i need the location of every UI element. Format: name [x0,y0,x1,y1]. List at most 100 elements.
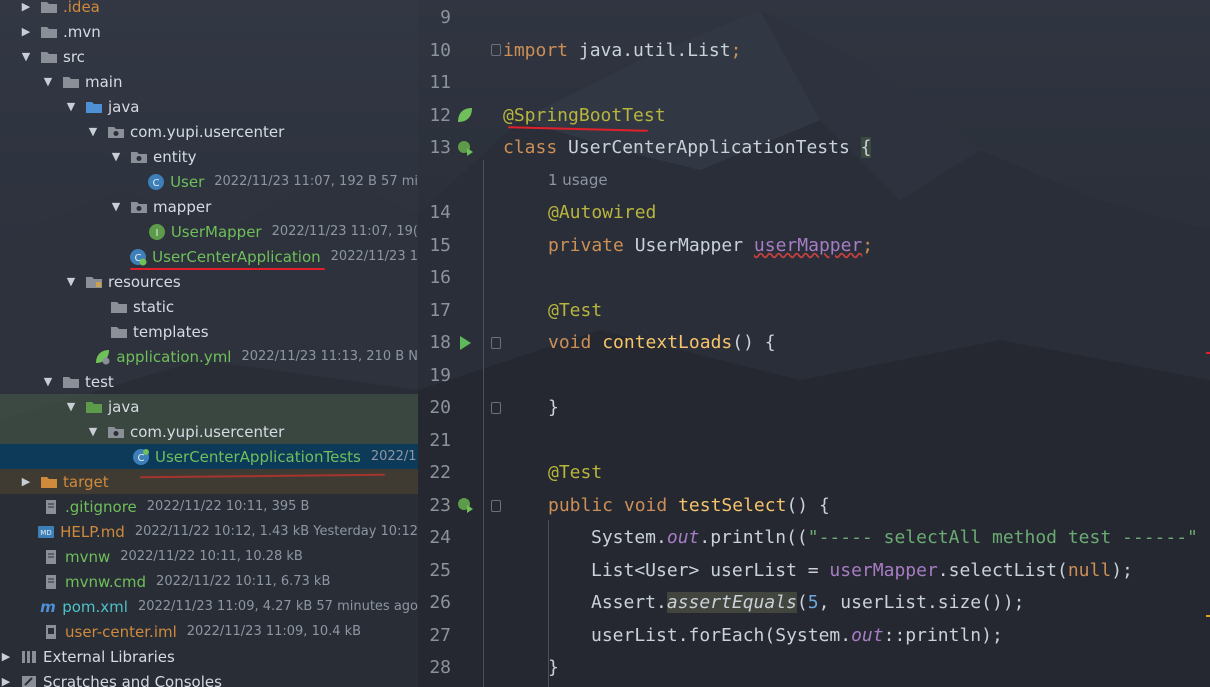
tree-item-label: mapper [153,197,212,216]
identifier: userList.forEach(System. [591,625,852,646]
tree-item-iml[interactable]: user-center.iml 2022/11/23 11:09, 10.4 k… [0,619,418,644]
tree-item-static[interactable]: static [0,294,418,319]
tree-item-label: entity [153,147,197,166]
tree-item-scratches[interactable]: ▶ Scratches and Consoles [0,669,418,687]
chevron-down-icon[interactable]: ▼ [87,423,99,441]
field: userMapper [753,235,863,256]
chevron-right-icon[interactable]: ▶ [20,473,32,491]
chevron-down-icon[interactable]: ▼ [110,148,122,166]
usage-hint[interactable]: 1 usage [548,171,608,189]
tree-item-meta: 2022/11/23 11:07, 192 B 57 mi [214,174,418,189]
tree-item-usermapper[interactable]: I UserMapper 2022/11/23 11:07, 19( [0,219,418,244]
line-number: 27 [429,625,451,646]
chevron-right-icon[interactable]: ▶ [0,673,12,687]
tree-item-gitignore[interactable]: .gitignore 2022/11/22 10:11, 395 B [0,494,418,519]
error-stripe-marker[interactable] [1206,352,1210,354]
chevron-down-icon[interactable]: ▼ [42,373,54,391]
code-line-23[interactable]: public void testSelect() { [548,495,830,516]
tree-item-mapper[interactable]: ▼ mapper [0,194,418,219]
keyword: void [548,332,592,353]
tree-item-mvnw[interactable]: mvnw 2022/11/22 10:11, 10.28 kB [0,544,418,569]
code-line-10[interactable]: import java.util.List; [503,40,741,61]
chevron-down-icon[interactable]: ▼ [110,198,122,216]
tree-item-target[interactable]: ▶ target [0,469,418,494]
code-line-27[interactable]: userList.forEach(System.out::println); [591,625,1003,646]
tree-item-meta: 2022/11/23 11:07, 19( [271,224,418,239]
tree-item-main[interactable]: ▼ main [0,69,418,94]
tree-item-external-libraries[interactable]: ▶ External Libraries [0,644,418,669]
fold-marker[interactable] [491,500,501,512]
code-line-15[interactable]: private UserMapper userMapper; [548,235,873,256]
code-line-25[interactable]: List<User> userList = userMapper.selectL… [591,560,1133,581]
run-icon[interactable] [456,334,474,352]
text-file-icon [46,549,56,564]
tree-item-usercenterapplication[interactable]: C UserCenterApplication 2022/11/23 1 [0,244,418,269]
spring-boot-class-icon: C [130,248,147,265]
tree-item-mvn[interactable]: ▶ .mvn [0,19,418,44]
code-editor[interactable]: 9 10 11 12 13 14 15 16 17 18 19 20 21 22… [418,0,1210,687]
tree-item-label: UserMapper [170,222,262,241]
chevron-down-icon[interactable]: ▼ [42,73,54,91]
fold-marker[interactable] [491,44,501,56]
run-test-icon[interactable] [456,496,474,514]
tree-item-package[interactable]: ▼ com.yupi.usercenter [0,119,418,144]
line-number: 14 [429,202,451,223]
tree-item-usercenterapplicationtests[interactable]: C UserCenterApplicationTests 2022/1 [0,444,418,469]
code-line-12[interactable]: @SpringBootTest [503,105,666,126]
tree-item-application-yml[interactable]: application.yml 2022/11/23 11:13, 210 B … [0,344,418,369]
chevron-down-icon[interactable]: ▼ [20,48,32,66]
chevron-right-icon[interactable]: ▶ [20,23,32,41]
tree-item-test-java[interactable]: ▼ java [0,394,418,419]
tree-item-label: test [85,372,114,391]
fold-marker[interactable] [491,337,501,349]
chevron-down-icon[interactable]: ▼ [65,398,77,416]
tree-item-user[interactable]: C User 2022/11/23 11:07, 192 B 57 mi [0,169,418,194]
tree-item-test-package[interactable]: ▼ com.yupi.usercenter [0,419,418,444]
tree-item-pom-xml[interactable]: m pom.xml 2022/11/23 11:09, 4.27 kB 57 m… [0,594,418,619]
tree-item-label: .idea [63,0,100,16]
code-line-28[interactable]: } [548,657,559,678]
code-line-13[interactable]: class UserCenterApplicationTests { [503,137,872,158]
chevron-down-icon[interactable]: ▼ [65,98,77,116]
line-number: 10 [429,40,451,61]
folder-icon [63,76,79,88]
keyword: private [548,235,624,256]
chevron-right-icon[interactable]: ▶ [20,0,32,16]
code-line-24[interactable]: System.out.println(("----- selectAll met… [591,527,1198,548]
tree-item-label: .mvn [63,22,101,41]
folder-icon [63,376,79,388]
tree-item-resources[interactable]: ▼ resources [0,269,418,294]
line-number: 24 [429,527,451,548]
tree-item-src[interactable]: ▼ src [0,44,418,69]
code-line-26[interactable]: Assert.assertEquals(5, userList.size()); [591,592,1025,613]
tree-item-entity[interactable]: ▼ entity [0,144,418,169]
code-line-18[interactable]: void contextLoads() { [548,332,776,353]
brace: } [548,657,559,678]
annotation: @SpringBootTest [503,105,666,126]
code-line-22[interactable]: @Test [548,462,602,483]
run-test-icon[interactable] [456,139,474,157]
chevron-down-icon[interactable]: ▼ [87,123,99,141]
tree-item-templates[interactable]: templates [0,319,418,344]
warning-stripe-marker[interactable] [1206,615,1210,617]
tree-item-label: .gitignore [65,497,137,516]
identifier: System. [591,527,667,548]
fold-marker[interactable] [491,402,501,414]
tree-item-help-md[interactable]: MD HELP.md 2022/11/22 10:12, 1.43 kB Yes… [0,519,418,544]
tree-item-idea[interactable]: ▶ .idea [0,0,418,19]
indent-guide [483,160,484,687]
code-line-14[interactable]: @Autowired [548,202,656,223]
tree-item-java[interactable]: ▼ java [0,94,418,119]
code-line-17[interactable]: @Test [548,300,602,321]
spring-bean-icon[interactable] [456,106,474,124]
tree-item-mvnw-cmd[interactable]: mvnw.cmd 2022/11/22 10:11, 6.73 kB [0,569,418,594]
chevron-down-icon[interactable]: ▼ [65,273,77,291]
chevron-right-icon[interactable]: ▶ [0,648,12,666]
tree-item-test[interactable]: ▼ test [0,369,418,394]
tree-item-label: com.yupi.usercenter [130,122,285,141]
tree-item-label: target [63,472,109,491]
package-icon [108,126,124,138]
libraries-icon [22,650,36,663]
tree-item-label: java [108,97,140,116]
code-line-20[interactable]: } [548,397,559,418]
